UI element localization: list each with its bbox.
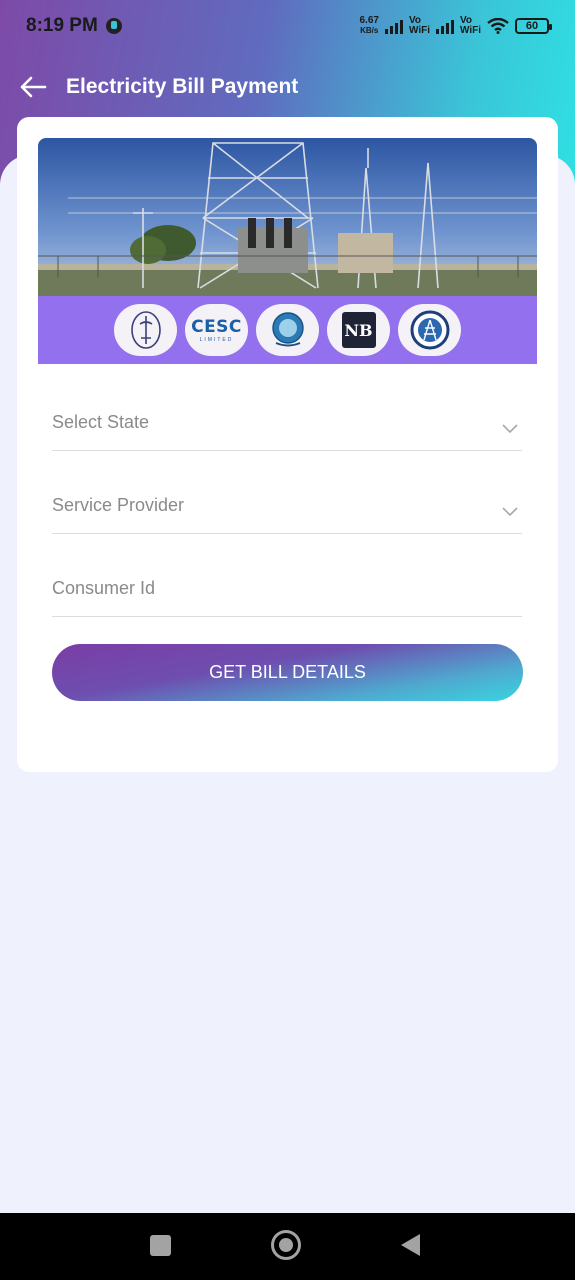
recent-apps-button[interactable] bbox=[150, 1235, 171, 1256]
provider-logo-strip: CESC LIMITED NB bbox=[38, 296, 537, 364]
battery-level: 60 bbox=[525, 20, 539, 32]
status-left: 8:19 PM bbox=[26, 15, 122, 37]
state-board-logo bbox=[114, 304, 177, 356]
consumer-id-placeholder: Consumer Id bbox=[52, 578, 156, 598]
provider-banner: CESC LIMITED NB bbox=[38, 138, 537, 364]
cesc-logo-text: CESC bbox=[191, 317, 242, 337]
substation-photo bbox=[38, 138, 537, 296]
vowifi-label-bottom: WiFi bbox=[459, 25, 481, 36]
status-right: 6.67 KB/s Vo WiFi Vo WiFi 60 bbox=[360, 16, 552, 36]
cesc-logo-mark: CESC LIMITED bbox=[191, 317, 242, 343]
chevron-down-icon bbox=[502, 506, 518, 516]
vowifi-indicator-1: Vo WiFi bbox=[409, 16, 430, 36]
cesc-logo-subtext: LIMITED bbox=[199, 337, 234, 343]
service-provider-placeholder: Service Provider bbox=[52, 495, 185, 515]
consumer-id-input[interactable]: Consumer Id bbox=[52, 561, 522, 617]
home-button[interactable] bbox=[271, 1230, 301, 1260]
chevron-down-icon bbox=[502, 423, 518, 433]
system-back-button[interactable] bbox=[401, 1234, 420, 1256]
service-provider-select[interactable]: Service Provider bbox=[52, 478, 522, 534]
battery-icon: 60 bbox=[515, 18, 552, 34]
page-title: Electricity Bill Payment bbox=[66, 75, 299, 98]
back-button[interactable] bbox=[0, 60, 66, 114]
get-bill-details-button[interactable]: GET BILL DETAILS bbox=[52, 644, 523, 701]
nb-logo-mark: NB bbox=[341, 312, 376, 348]
vowifi-label-bottom: WiFi bbox=[408, 25, 430, 36]
nb-logo: NB bbox=[327, 304, 390, 356]
network-speed-value: 6.67 bbox=[359, 15, 379, 26]
back-arrow-icon bbox=[20, 76, 47, 98]
utility-emblem-icon bbox=[271, 312, 304, 347]
network-speed-unit: KB/s bbox=[360, 26, 379, 35]
state-select[interactable]: Select State bbox=[52, 395, 522, 451]
vowifi-indicator-2: Vo WiFi bbox=[460, 16, 481, 36]
vpn-icon bbox=[105, 18, 122, 34]
network-speed: 6.67 KB/s bbox=[360, 16, 379, 36]
status-time: 8:19 PM bbox=[26, 15, 98, 36]
cesc-logo: CESC LIMITED bbox=[185, 304, 248, 356]
system-navigation-bar bbox=[0, 1213, 575, 1280]
state-utility-logo bbox=[256, 304, 319, 356]
emblem-icon bbox=[130, 311, 161, 349]
power-corporation-logo bbox=[398, 304, 461, 356]
wifi-icon bbox=[487, 18, 509, 34]
nb-logo-text: NB bbox=[344, 320, 373, 340]
signal-icon bbox=[435, 18, 454, 34]
bill-form-card: CESC LIMITED NB Select State Service Pro… bbox=[17, 117, 558, 772]
signal-icon bbox=[384, 18, 403, 34]
app-bar: Electricity Bill Payment bbox=[0, 60, 575, 114]
status-bar: 8:19 PM 6.67 KB/s Vo WiFi Vo WiFi 60 bbox=[0, 0, 575, 52]
power-tower-icon bbox=[410, 310, 449, 350]
state-select-placeholder: Select State bbox=[52, 412, 150, 432]
